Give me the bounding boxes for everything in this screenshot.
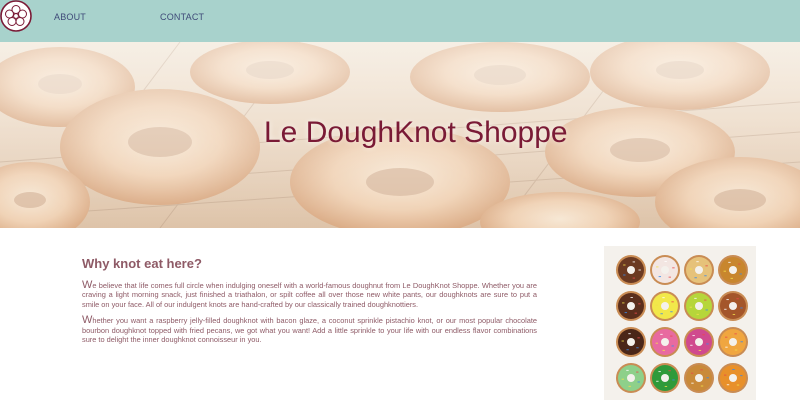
drop-cap: W <box>82 314 93 327</box>
donut-icon <box>684 327 714 357</box>
donut-grid-image <box>604 246 756 400</box>
donut-icon <box>718 327 748 357</box>
donut-icon <box>684 255 714 285</box>
donut-icon <box>616 363 646 393</box>
hero-title: Le DoughKnot Shoppe <box>264 116 568 149</box>
donut-icon <box>650 363 680 393</box>
paragraph-text: hether you want a raspberry jelly-filled… <box>82 316 537 345</box>
donut-icon <box>616 255 646 285</box>
donut-icon <box>650 255 680 285</box>
donut-icon <box>616 291 646 321</box>
paragraph-intro: We believe that life comes full circle w… <box>82 279 537 309</box>
donut-icon <box>718 255 748 285</box>
donut-grid-graphic <box>616 255 748 393</box>
donut-icon <box>684 291 714 321</box>
donut-icon <box>616 327 646 357</box>
section-heading: Why knot eat here? <box>82 256 202 271</box>
donut-icon <box>718 363 748 393</box>
drop-cap: W <box>82 279 93 291</box>
main-content: Why knot eat here? We believe that life … <box>82 256 537 351</box>
paragraph-text: e believe that life comes full circle wh… <box>82 281 537 309</box>
donut-icon <box>684 363 714 393</box>
donut-icon <box>718 291 748 321</box>
nav-contact-link[interactable]: CONTACT <box>160 12 204 22</box>
donut-icon <box>650 327 680 357</box>
donut-logo-icon[interactable] <box>0 0 34 34</box>
nav-about-link[interactable]: ABOUT <box>54 12 86 22</box>
paragraph-flavors: Whether you want a raspberry jelly-fille… <box>82 314 537 345</box>
donut-icon <box>650 291 680 321</box>
hero-banner: Le DoughKnot Shoppe <box>0 42 800 228</box>
top-nav-bar: ABOUT CONTACT <box>0 0 800 42</box>
